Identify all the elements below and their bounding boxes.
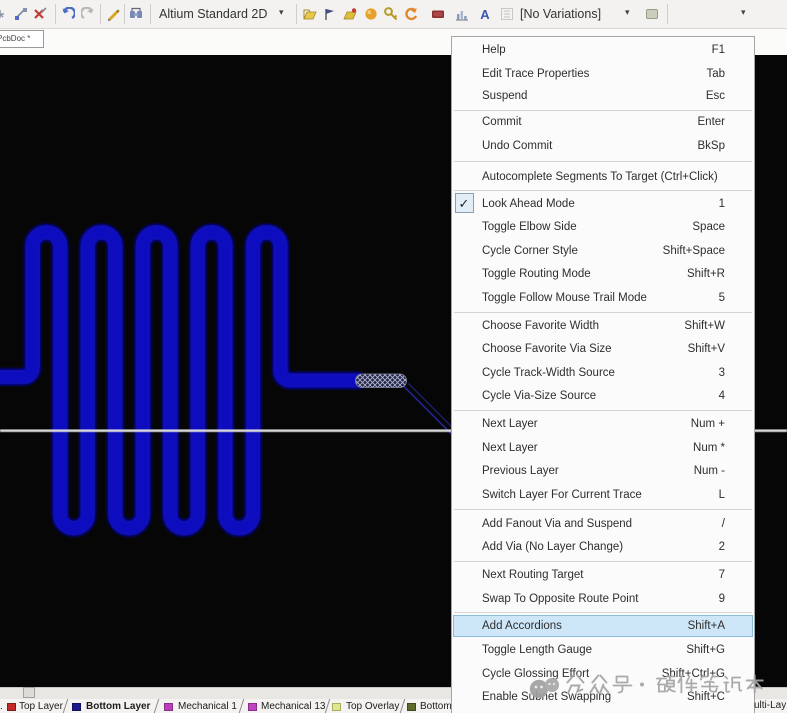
- svg-text:A: A: [480, 7, 490, 21]
